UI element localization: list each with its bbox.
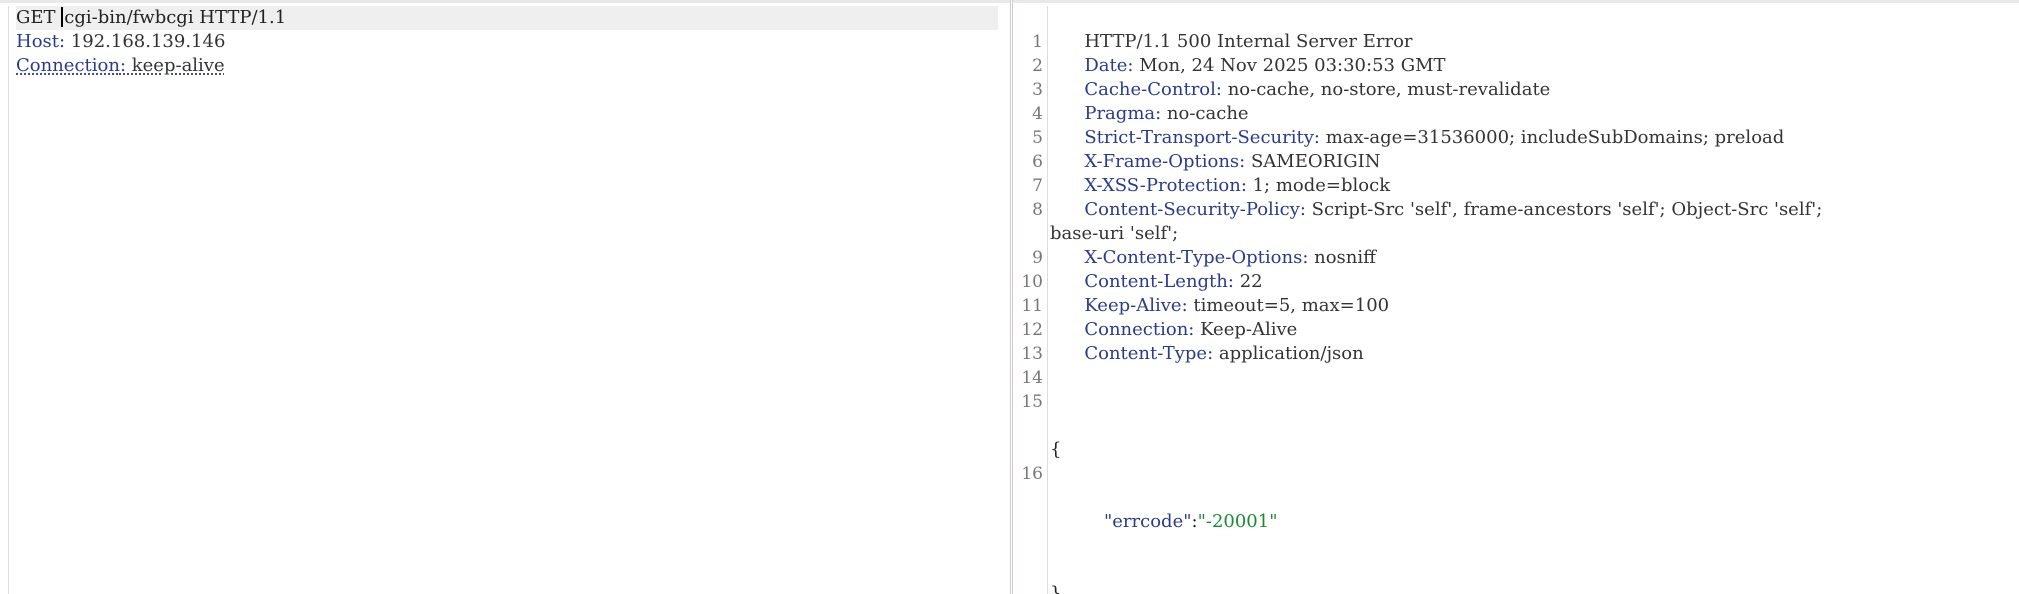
line-number: 14 [1021, 368, 1043, 388]
text-cursor [61, 7, 64, 27]
line-number: 12 [1021, 320, 1043, 340]
response-header-line[interactable]: 2 Date: Mon, 24 Nov 2025 03:30:53 GMT [1032, 30, 2008, 76]
response-viewer[interactable]: 1 HTTP/1.1 500 Internal Server Error 2 Dat… [1012, 0, 2019, 594]
header-value: 192.168.139.146 [70, 31, 226, 52]
response-header-line[interactable]: 7 X-XSS-Protection: 1; mode=block [1032, 150, 2008, 196]
response-header-line[interactable]: 6 X-Frame-Options: SAMEORIGIN [1032, 126, 2008, 172]
response-status-line[interactable]: 1 HTTP/1.1 500 Internal Server Error [1032, 6, 2008, 52]
line-number: 7 [1032, 176, 1043, 196]
response-header-line[interactable]: 13 Content-Type: application/json [1021, 318, 2008, 364]
response-header-line[interactable]: 3 Cache-Control: no-cache, no-store, must… [1032, 54, 2008, 100]
response-empty-line[interactable]: 16 [1021, 438, 2008, 484]
response-header-line[interactable]: 12 Connection: Keep-Alive [1021, 294, 2008, 340]
request-editor[interactable]: GET cgi-bin/fwbcgi HTTP/1.1 Host: 192.16… [0, 0, 1011, 594]
request-lines[interactable]: GET cgi-bin/fwbcgi HTTP/1.1 Host: 192.16… [16, 6, 998, 78]
top-rule [1013, 0, 2019, 3]
json-key: "errcode" [1104, 511, 1192, 532]
json-property: "errcode":"-20001" [1050, 510, 2008, 534]
top-rule [0, 0, 1010, 3]
header-value: Script-Src 'self', frame-ancestors 'self… [1311, 199, 1823, 220]
request-header-host[interactable]: Host: 192.168.139.146 [16, 30, 998, 54]
line-number: 5 [1032, 128, 1043, 148]
line-number: 11 [1021, 296, 1043, 316]
request-line[interactable]: GET cgi-bin/fwbcgi HTTP/1.1 [16, 6, 998, 30]
response-lines[interactable]: 1 HTTP/1.1 500 Internal Server Error 2 Dat… [1021, 6, 2008, 594]
line-number: 15 [1021, 392, 1043, 412]
line-number: 3 [1032, 80, 1043, 100]
line-number: 8 [1032, 200, 1043, 220]
header-colon: : [119, 55, 132, 76]
request-method: GET [16, 7, 62, 28]
header-name: Connection [16, 55, 120, 76]
line-number: 16 [1021, 464, 1043, 484]
json-value: "-20001" [1197, 511, 1278, 532]
line-number: 13 [1021, 344, 1043, 364]
line-number: 2 [1032, 56, 1043, 76]
header-name: Host [16, 31, 60, 52]
response-header-line[interactable]: 5 Strict-Transport-Security: max-age=3153… [1032, 102, 2008, 148]
header-colon: : [59, 31, 71, 52]
response-empty-line[interactable]: 14 [1021, 342, 2008, 388]
line-number: 1 [1032, 32, 1043, 52]
request-path: cgi-bin/fwbcgi HTTP/1.1 [64, 7, 287, 28]
request-header-connection[interactable]: Connection: keep-alive [16, 54, 998, 78]
response-header-line[interactable]: 4 Pragma: no-cache [1032, 78, 2008, 124]
line-number: 10 [1021, 272, 1043, 292]
response-header-line[interactable]: 9 X-Content-Type-Options: nosniff [1032, 222, 2008, 268]
header-colon: : [1299, 199, 1312, 220]
response-json-body[interactable]: 15 { "errcode":"-20001" } [1021, 366, 2008, 594]
line-number: 4 [1032, 104, 1043, 124]
json-close-brace: } [1050, 583, 1062, 594]
response-header-line[interactable]: 8 Content-Security-Policy: Script-Src 'se… [1032, 174, 2008, 244]
line-number: 9 [1032, 248, 1043, 268]
request-gutter [0, 6, 9, 594]
response-header-line[interactable]: 10 Content-Length: 22 [1021, 246, 2008, 292]
line-number: 6 [1032, 152, 1043, 172]
header-name: Content-Security-Policy [1084, 199, 1300, 220]
response-header-line[interactable]: 11 Keep-Alive: timeout=5, max=100 [1021, 270, 2008, 316]
header-value: keep-alive [131, 55, 225, 76]
